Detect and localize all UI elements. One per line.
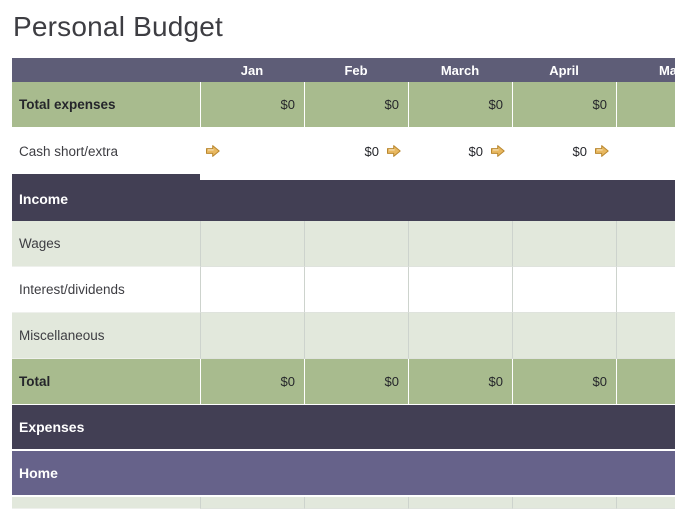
table-row-miscellaneous: Miscellaneous [12, 313, 675, 359]
cell-total-expenses-march[interactable]: $0 [408, 82, 512, 128]
cell-income-total-feb[interactable]: $0 [304, 359, 408, 405]
cell-partial-april[interactable] [512, 497, 616, 509]
cell-income-total-may[interactable] [616, 359, 675, 405]
cell-interest-dividends-april[interactable] [512, 267, 616, 313]
cell-miscellaneous-march[interactable] [408, 313, 512, 359]
cell-wages-feb[interactable] [304, 221, 408, 267]
cell-income-total-jan[interactable]: $0 [200, 359, 304, 405]
cell-cash-short-extra-indicator-jan[interactable] [200, 128, 304, 174]
arrow-right-icon [205, 143, 221, 159]
cell-total-expenses-may[interactable] [616, 82, 675, 128]
cell-value: $0 [468, 143, 483, 159]
cell-wages-jan[interactable] [200, 221, 304, 267]
cell-partial-jan[interactable] [200, 497, 304, 509]
table-row-income-total: Total $0 $0 $0 $0 [12, 359, 675, 405]
cell-miscellaneous-jan[interactable] [200, 313, 304, 359]
cell-interest-dividends-feb[interactable] [304, 267, 408, 313]
cell-interest-dividends-jan[interactable] [200, 267, 304, 313]
spreadsheet-canvas: Personal Budget Jan Feb March April Ma T… [0, 0, 675, 520]
cell-cash-short-extra-jan[interactable]: $0 [304, 128, 408, 174]
subsection-header-home[interactable]: Home [12, 451, 675, 495]
arrow-right-icon [490, 143, 506, 159]
cell-partial-may[interactable] [616, 497, 675, 509]
cell-total-expenses-april[interactable]: $0 [512, 82, 616, 128]
row-label-income-total: Total [12, 359, 200, 405]
page-title: Personal Budget [13, 11, 224, 42]
cell-miscellaneous-feb[interactable] [304, 313, 408, 359]
cell-cash-short-extra-feb[interactable]: $0 [408, 128, 512, 174]
table-row-wages: Wages [12, 221, 675, 267]
row-label-total-expenses: Total expenses [12, 82, 200, 128]
cell-wages-march[interactable] [408, 221, 512, 267]
table-row-cash-short-extra: Cash short/extra $0 $0 $0 [12, 128, 675, 174]
cell-value: $0 [572, 143, 587, 159]
cell-miscellaneous-may[interactable] [616, 313, 675, 359]
cell-income-total-march[interactable]: $0 [408, 359, 512, 405]
column-header-jan[interactable]: Jan [200, 58, 304, 82]
section-header-income-wrap: Income [12, 177, 675, 221]
row-label-wages: Wages [12, 221, 200, 267]
row-label-cash-short-extra: Cash short/extra [12, 128, 200, 174]
cell-interest-dividends-march[interactable] [408, 267, 512, 313]
arrow-right-icon [386, 143, 402, 159]
row-label-partial [12, 497, 200, 509]
cell-cash-short-extra-april[interactable]: $0 [616, 128, 675, 174]
cell-wages-april[interactable] [512, 221, 616, 267]
cell-miscellaneous-april[interactable] [512, 313, 616, 359]
row-label-interest-dividends: Interest/dividends [12, 267, 200, 313]
table-row-partial [12, 497, 675, 509]
table-header-row: Jan Feb March April Ma [12, 58, 675, 82]
header-corner-cell [12, 58, 200, 82]
cell-total-expenses-jan[interactable]: $0 [200, 82, 304, 128]
cell-income-total-april[interactable]: $0 [512, 359, 616, 405]
band-notch [200, 177, 675, 180]
column-header-march[interactable]: March [408, 58, 512, 82]
column-header-feb[interactable]: Feb [304, 58, 408, 82]
cell-value: $0 [364, 143, 379, 159]
section-header-income[interactable]: Income [12, 177, 675, 221]
cell-partial-feb[interactable] [304, 497, 408, 509]
cell-partial-march[interactable] [408, 497, 512, 509]
table-row-total-expenses: Total expenses $0 $0 $0 $0 [12, 82, 675, 128]
column-header-may[interactable]: Ma [616, 58, 675, 82]
budget-table: Jan Feb March April Ma Total expenses $0… [12, 58, 675, 509]
arrow-right-icon [594, 143, 610, 159]
cell-interest-dividends-may[interactable] [616, 267, 675, 313]
cell-wages-may[interactable] [616, 221, 675, 267]
section-header-expenses[interactable]: Expenses [12, 405, 675, 449]
column-header-april[interactable]: April [512, 58, 616, 82]
cell-cash-short-extra-march[interactable]: $0 [512, 128, 616, 174]
cell-total-expenses-feb[interactable]: $0 [304, 82, 408, 128]
row-label-miscellaneous: Miscellaneous [12, 313, 200, 359]
table-row-interest-dividends: Interest/dividends [12, 267, 675, 313]
